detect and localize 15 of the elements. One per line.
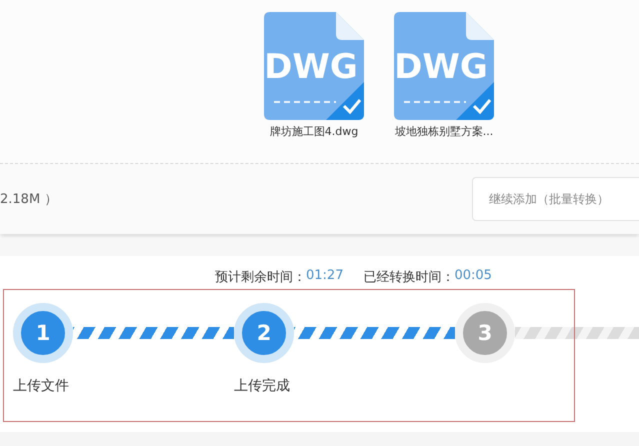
dwg-file-icon: DWG <box>394 12 494 120</box>
remaining-time-label: 预计剩余时间： <box>215 269 306 286</box>
file-name: 牌坊施工图4.dwg <box>270 124 358 139</box>
elapsed-time-value: 00:05 <box>454 268 492 285</box>
file-name: 坡地独栋别墅方案... <box>394 124 494 139</box>
step-circle: 3 <box>455 303 515 363</box>
step-label: 上传文件 <box>13 377 70 395</box>
step-circle: 1 <box>13 303 73 363</box>
total-size-text: 2.18M ） <box>0 191 58 208</box>
step-label: 上传完成 <box>234 377 291 395</box>
dwg-file-icon: DWG <box>264 12 364 120</box>
elapsed-time-label: 已经转换时间： <box>363 269 454 286</box>
add-more-button[interactable]: 继续添加（批量转换） <box>472 177 639 221</box>
remaining-time-value: 01:27 <box>306 268 344 285</box>
step-circle: 2 <box>234 303 294 363</box>
